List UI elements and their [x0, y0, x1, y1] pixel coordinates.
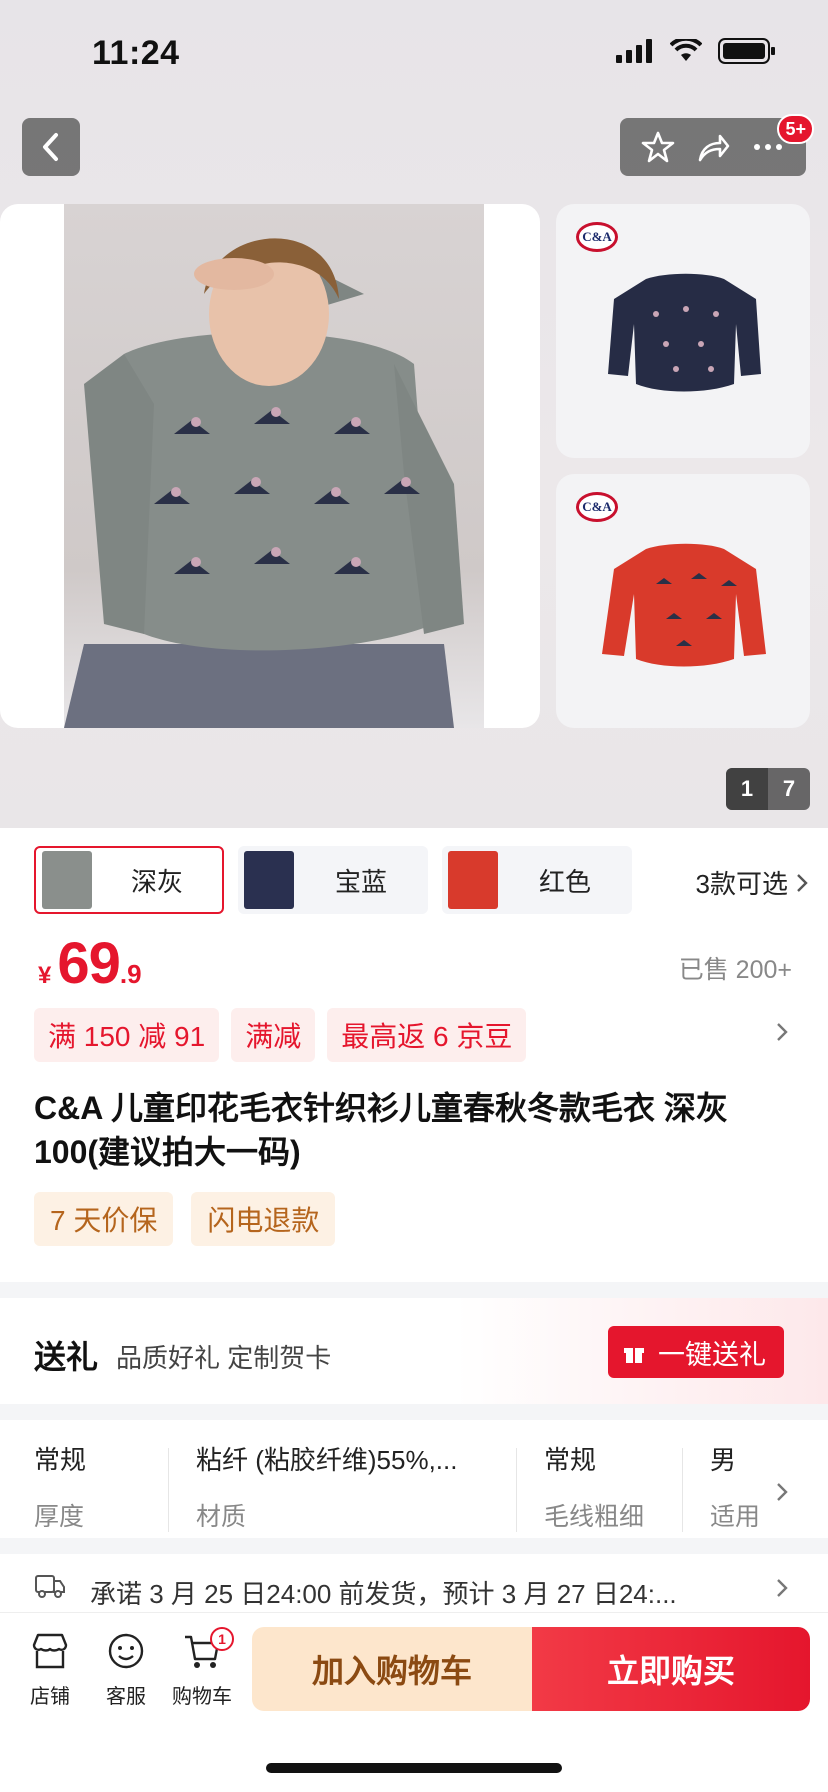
spec-divider	[168, 1448, 169, 1532]
tab-customer-service[interactable]: 客服	[88, 1631, 164, 1709]
home-indicator	[266, 1763, 562, 1773]
spec-item: 常规 厚度	[34, 1440, 154, 1533]
battery-icon	[718, 38, 775, 64]
variant-selector: 深灰 宝蓝 红色 3款可选	[34, 846, 808, 916]
service-tags: 7 天价保 闪电退款	[34, 1192, 336, 1246]
gift-button[interactable]: 一键送礼	[608, 1326, 784, 1378]
spec-divider	[516, 1448, 517, 1532]
brand-logo: C&A	[576, 492, 618, 522]
delivery-text: 承诺 3 月 25 日24:00 前发货，预计 3 月 27 日24:...	[90, 1579, 677, 1609]
tab-store[interactable]: 店铺	[12, 1631, 88, 1709]
variant-thumbnail	[42, 851, 92, 909]
gift-subtitle: 品质好礼 定制贺卡	[116, 1343, 332, 1373]
chevron-left-icon	[43, 133, 58, 161]
spec-item: 男 适用	[710, 1440, 762, 1533]
tab-label: 购物车	[172, 1686, 232, 1708]
signal-icon	[616, 39, 652, 63]
delivery-row[interactable]: 承诺 3 月 25 日24:00 前发货，预计 3 月 27 日24:...	[0, 1552, 828, 1612]
gift-section[interactable]: 送礼 品质好礼 定制贺卡 一键送礼	[0, 1298, 828, 1404]
spec-item: 粘纤 (粘胶纤维)55%,... 材质	[196, 1440, 486, 1533]
spec-key: 厚度	[34, 1503, 85, 1531]
variant-dark-gray[interactable]: 深灰	[34, 846, 224, 914]
wifi-icon	[670, 39, 702, 61]
back-button[interactable]	[22, 118, 80, 176]
chevron-right-icon	[797, 873, 808, 892]
service-tag[interactable]: 闪电退款	[191, 1192, 336, 1246]
variant-label: 宝蓝	[334, 866, 387, 897]
price-decimal: .9	[119, 959, 142, 989]
sold-count: 已售 200+	[678, 956, 792, 984]
promo-tag[interactable]: 满 150 减 91	[34, 1008, 220, 1062]
share-icon[interactable]	[696, 130, 730, 164]
spec-value: 常规	[34, 1445, 87, 1475]
pager-total: 7	[782, 776, 796, 801]
variant-thumbnail	[448, 851, 498, 909]
cart-count-badge: 1	[210, 1627, 234, 1651]
promo-tags[interactable]: 满 150 减 91 满减 最高返 6 京豆	[34, 1008, 527, 1062]
section-divider	[0, 1282, 828, 1298]
price: ¥ 69 .9	[38, 930, 142, 997]
status-time: 11:24	[92, 34, 180, 72]
product-title: C&A 儿童印花毛衣针织衫儿童春秋冬款毛衣 深灰 100(建议拍大一码)	[34, 1090, 728, 1170]
product-photo	[64, 204, 484, 728]
variant-thumbnail	[244, 851, 294, 909]
chevron-right-icon	[777, 1483, 788, 1501]
price-currency: ¥	[38, 962, 52, 989]
spec-row[interactable]: 常规 厚度 粘纤 (粘胶纤维)55%,... 材质 常规 毛线粗细 男 适用	[0, 1420, 828, 1538]
buy-now-button[interactable]: 立即购买	[532, 1627, 810, 1711]
tab-label: 客服	[106, 1686, 146, 1708]
gift-icon	[624, 1348, 644, 1363]
variant-label: 红色	[538, 866, 591, 897]
spec-key: 毛线粗细	[544, 1503, 645, 1531]
main-image-card[interactable]	[0, 204, 540, 728]
promo-tag[interactable]: 最高返 6 京豆	[327, 1008, 527, 1062]
store-icon	[32, 1633, 68, 1669]
image-pager: 1 7	[726, 768, 810, 810]
chevron-right-icon[interactable]	[776, 1022, 788, 1042]
gift-title: 送礼	[34, 1339, 99, 1375]
variant-label: 深灰	[130, 866, 183, 897]
gift-button-label: 一键送礼	[658, 1339, 766, 1370]
brand-logo: C&A	[576, 222, 618, 252]
tab-cart[interactable]: 1 购物车	[164, 1627, 240, 1709]
variant-royal-blue[interactable]: 宝蓝	[238, 846, 428, 914]
truck-icon	[35, 1575, 65, 1598]
spec-value: 男	[710, 1445, 737, 1475]
variant-more-label: 3款可选	[695, 869, 788, 899]
product-gallery[interactable]: 11:24 5+ C&A C&A 1 7	[0, 0, 828, 828]
status-bar: 11:24	[0, 0, 828, 100]
thumbnail-red[interactable]: C&A	[556, 474, 810, 728]
add-to-cart-button[interactable]: 加入购物车	[252, 1627, 532, 1711]
spec-key: 适用	[710, 1503, 761, 1531]
chevron-right-icon	[777, 1579, 788, 1597]
child-model-illustration	[64, 238, 464, 728]
tab-label: 店铺	[30, 1686, 70, 1708]
promo-tag[interactable]: 满减	[231, 1008, 316, 1062]
variant-more-button[interactable]: 3款可选	[696, 864, 808, 901]
spec-value: 常规	[544, 1445, 597, 1475]
price-integer: 69	[57, 931, 121, 996]
spec-divider	[682, 1448, 683, 1532]
service-tag[interactable]: 7 天价保	[34, 1192, 174, 1246]
spec-value: 粘纤 (粘胶纤维)55%,...	[196, 1445, 458, 1475]
chat-face-icon	[108, 1633, 144, 1669]
spec-item: 常规 毛线粗细	[544, 1440, 664, 1533]
section-divider	[0, 1404, 828, 1420]
status-icons	[616, 38, 776, 64]
thumbnail-navy[interactable]: C&A	[556, 204, 810, 458]
pager-current: 1	[726, 768, 768, 810]
bottom-action-bar: 店铺 客服 1 购物车 加入购物车 立即购买	[0, 1612, 828, 1792]
spec-key: 材质	[196, 1503, 247, 1531]
message-badge: 5+	[777, 114, 814, 144]
star-icon[interactable]	[641, 130, 675, 164]
variant-red[interactable]: 红色	[442, 846, 632, 914]
